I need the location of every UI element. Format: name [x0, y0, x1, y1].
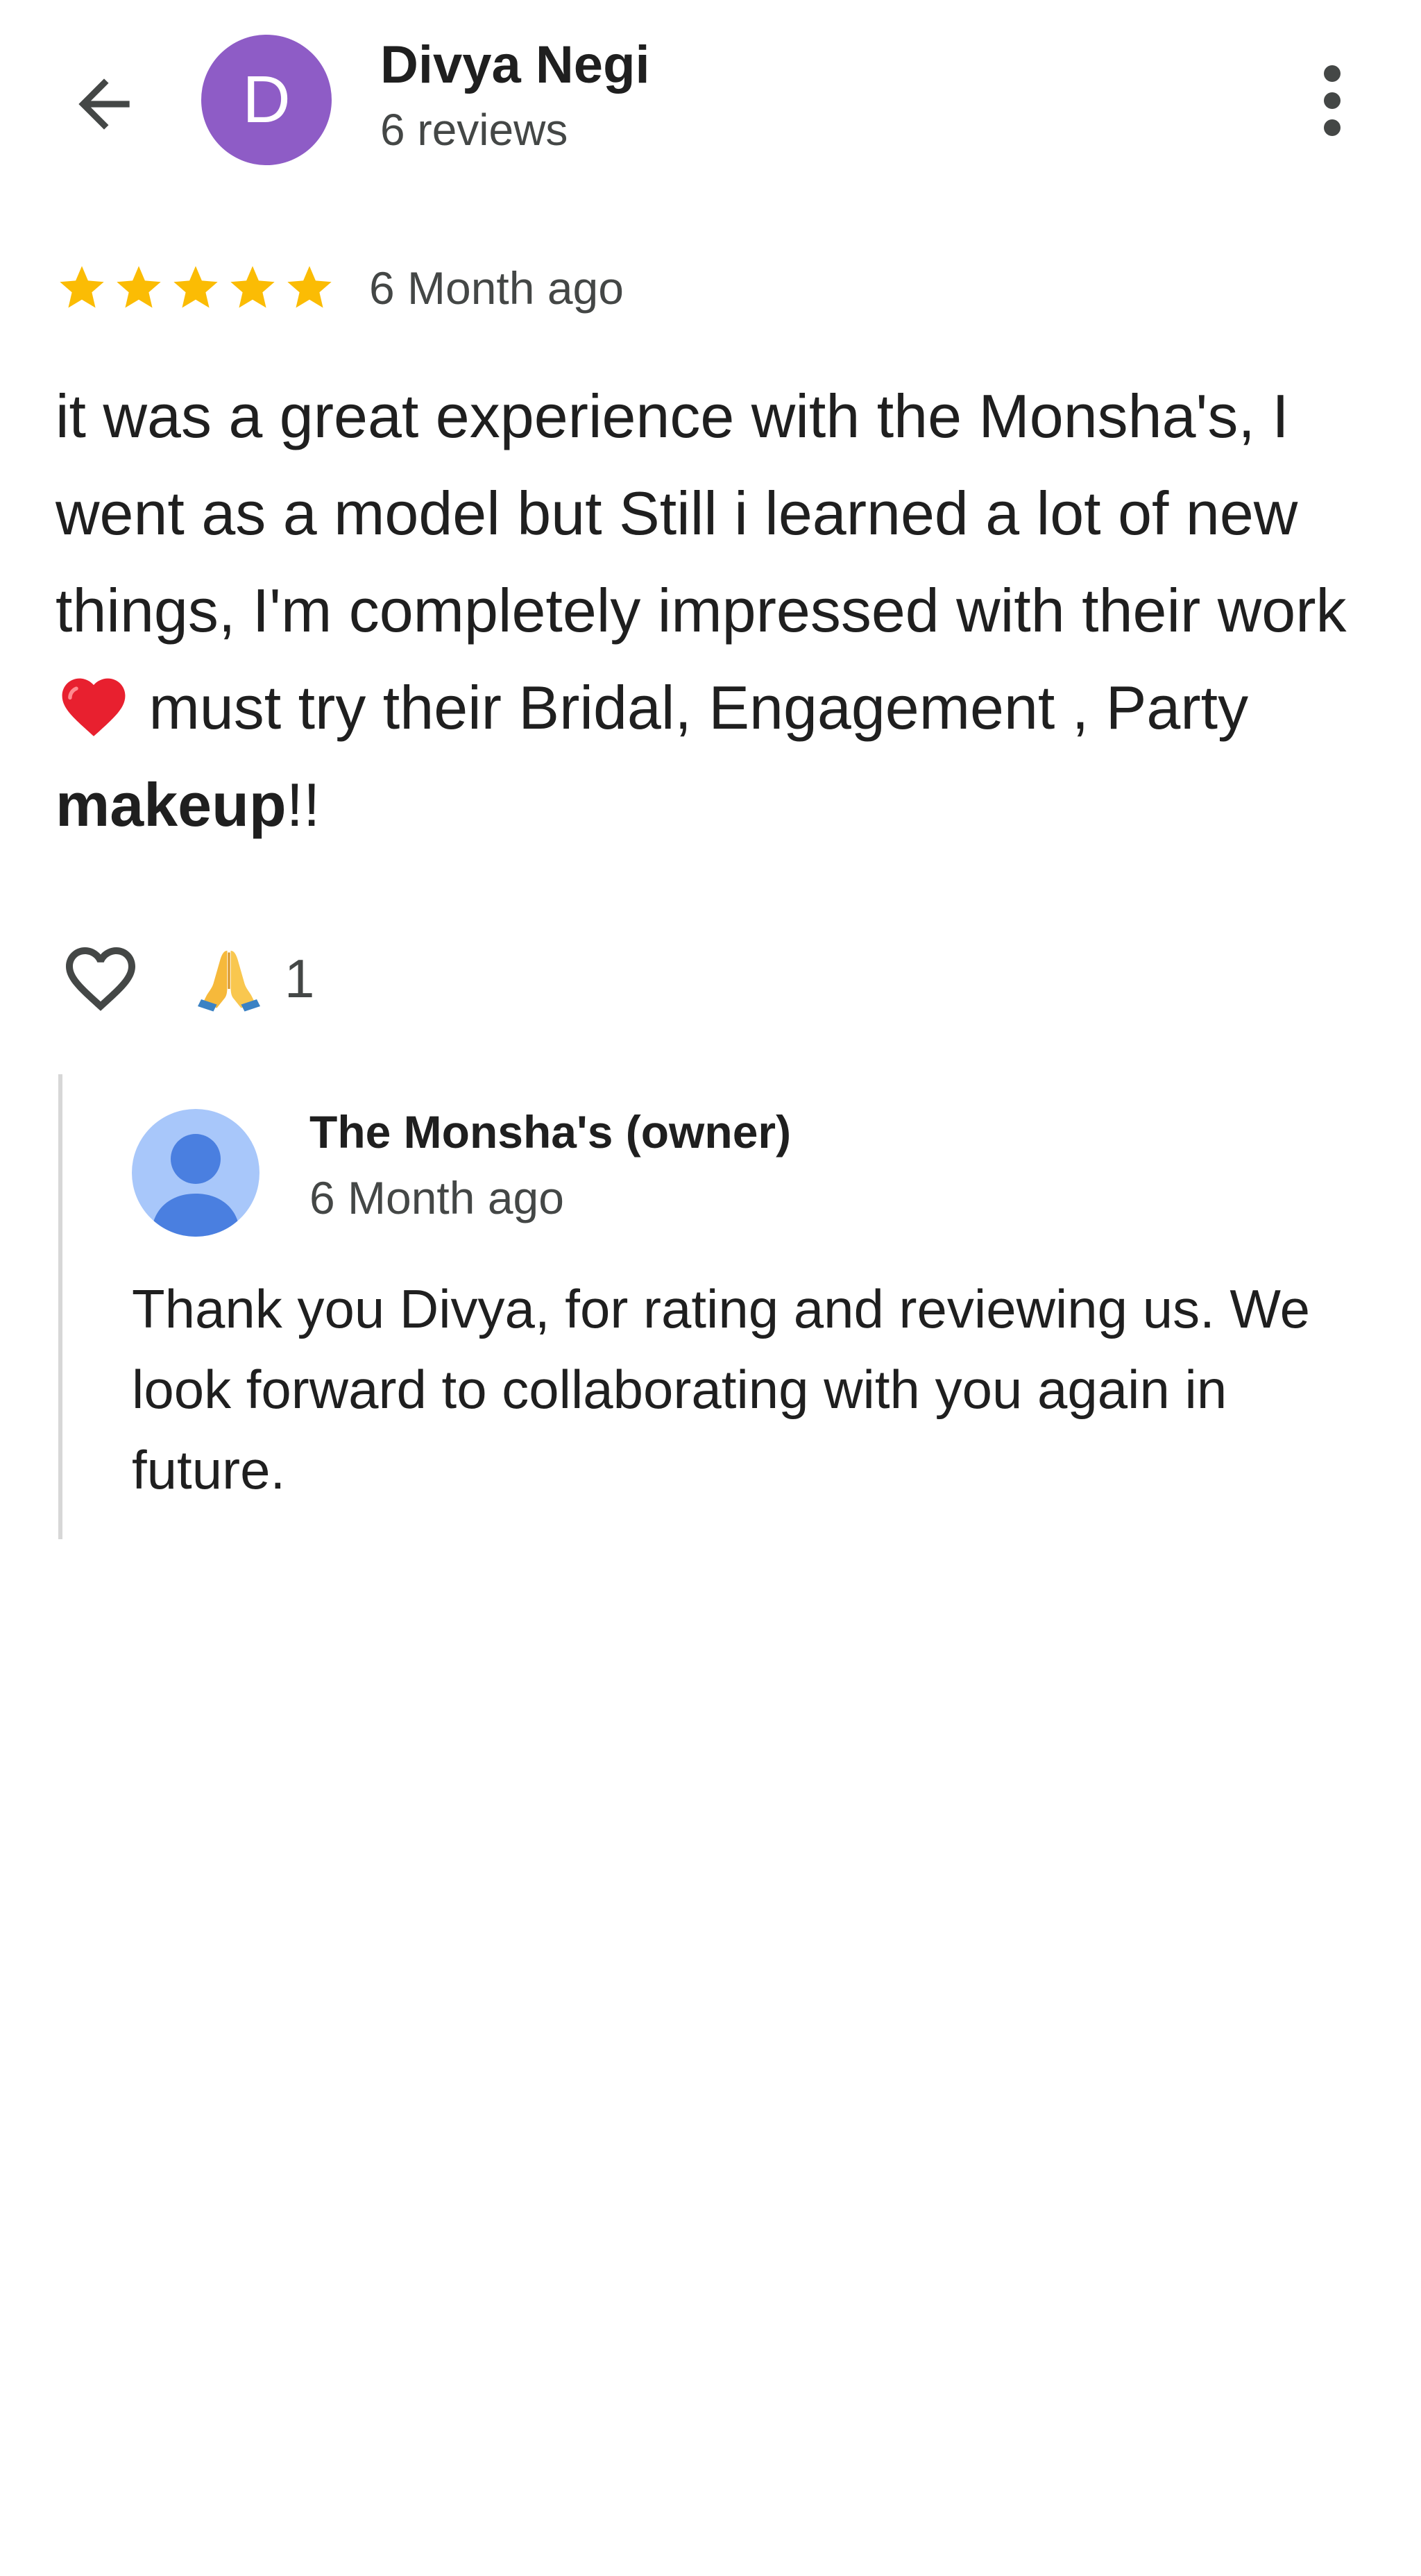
review-detail-page: D Divya Negi 6 reviews 6 Month ago it wa…	[0, 0, 1421, 2576]
owner-name: The Monsha's (owner)	[309, 1106, 792, 1158]
star-icon	[117, 266, 161, 308]
red-heart-emoji	[62, 678, 126, 736]
owner-reply: The Monsha's (owner) 6 Month ago Thank y…	[58, 1074, 1377, 1539]
arrow-back-icon	[78, 78, 130, 130]
reaction-count: 1	[284, 947, 315, 1009]
star-icon	[173, 266, 218, 308]
owner-avatar	[132, 1109, 259, 1237]
reviewer-name[interactable]: Divya Negi	[380, 35, 650, 95]
review-text-part-2: must try their Bridal, Engagement , Part…	[132, 673, 1249, 742]
header: D Divya Negi 6 reviews	[0, 0, 1421, 201]
reviewer-avatar[interactable]: D	[201, 35, 332, 165]
reviewer-review-count: 6 reviews	[380, 105, 568, 155]
folded-hands-emoji	[198, 951, 260, 1012]
review-text: it was a great experience with the Monsh…	[56, 368, 1388, 854]
person-icon	[151, 1134, 240, 1237]
like-button[interactable]	[56, 933, 146, 1024]
back-button[interactable]	[49, 49, 160, 160]
review-text-bold: makeup	[56, 770, 287, 839]
review-time: 6 Month ago	[369, 262, 624, 314]
reactions-row: 1	[56, 933, 314, 1024]
rating-row: 6 Month ago	[56, 257, 624, 319]
owner-reply-time: 6 Month ago	[309, 1172, 564, 1223]
star-icon	[60, 266, 104, 308]
more-vert-icon	[1324, 65, 1341, 136]
heart-outline-icon	[66, 947, 135, 1011]
more-options-button[interactable]	[1284, 49, 1381, 153]
avatar-letter: D	[242, 62, 291, 137]
reaction-chip[interactable]: 1	[194, 944, 314, 1013]
owner-reply-text: Thank you Divya, for rating and reviewin…	[132, 1278, 1311, 1500]
star-icon	[230, 266, 275, 308]
review-text-part-1: it was a great experience with the Monsh…	[56, 382, 1347, 645]
review-text-part-3: !!	[286, 770, 321, 839]
star-icon	[287, 266, 332, 308]
star-rating	[56, 262, 336, 314]
